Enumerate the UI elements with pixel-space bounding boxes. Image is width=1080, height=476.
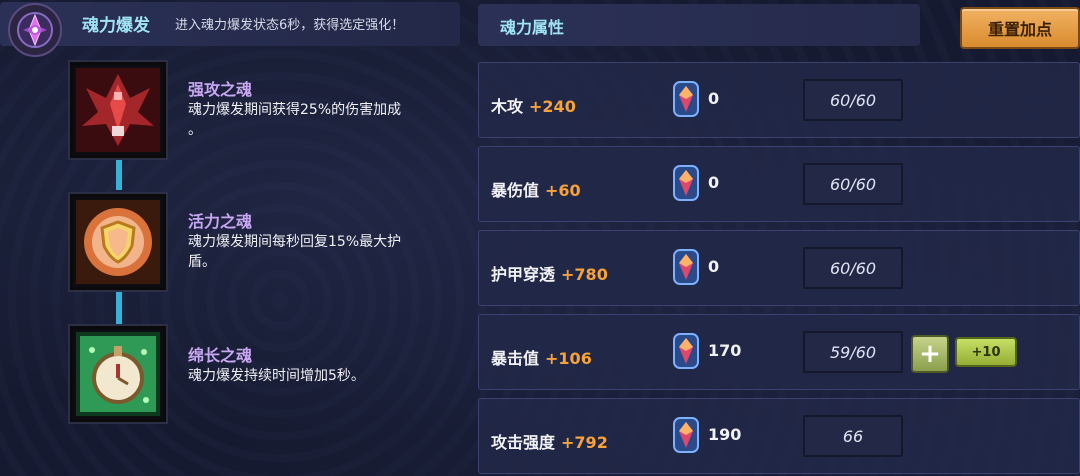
soul-gem-icon <box>673 249 699 285</box>
attribute-points: 0 <box>708 89 720 108</box>
soul-description-line: 魂力爆发期间每秒回复15%最大护 <box>188 234 402 250</box>
soul-gem-icon <box>673 333 699 369</box>
soul-strong-attack-icon[interactable] <box>70 62 166 158</box>
soul-attributes-title: 魂力属性 <box>500 18 565 37</box>
attribute-points: 0 <box>708 257 720 276</box>
soul-description: 魂力爆发持续时间增加5秒。 <box>188 366 458 386</box>
soul-connector <box>116 290 122 326</box>
attribute-label: 暴击值 +106 <box>491 345 592 369</box>
soul-description: 魂力爆发期间获得25%的伤害加成 。 <box>188 100 458 140</box>
attribute-cap: 60/60 <box>803 247 903 289</box>
soul-vitality-icon[interactable] <box>70 194 166 290</box>
soul-description-line: 魂力爆发期间获得25%的伤害加成 <box>188 102 402 118</box>
soul-name: 活力之魂 <box>188 212 253 231</box>
attribute-row: 护甲穿透 +780 0 60/60 <box>478 230 1080 306</box>
attribute-name: 暴伤值 <box>491 181 540 200</box>
attribute-name: 木攻 <box>491 97 524 116</box>
attribute-label: 暴伤值 +60 <box>491 177 581 201</box>
soul-description-line: 。 <box>188 122 202 138</box>
soul-crystal-icon <box>8 3 62 57</box>
attribute-bonus: +106 <box>545 349 592 368</box>
attribute-bonus: +780 <box>561 265 608 284</box>
soul-description-line: 魂力爆发持续时间增加5秒。 <box>188 368 365 384</box>
reset-points-button[interactable]: 重置加点 <box>960 7 1080 49</box>
soul-description-line: 盾。 <box>188 254 216 270</box>
attribute-points: 190 <box>708 425 742 444</box>
attribute-label: 护甲穿透 +780 <box>491 261 608 285</box>
attribute-row: 攻击强度 +792 190 66 <box>478 398 1080 474</box>
attribute-label: 攻击强度 +792 <box>491 429 608 453</box>
attribute-points: 170 <box>708 341 742 360</box>
attribute-cap: 59/60 <box>803 331 903 373</box>
attribute-bonus: +792 <box>561 433 608 452</box>
attribute-cap: 60/60 <box>803 163 903 205</box>
soul-connector <box>116 158 122 190</box>
soul-burst-description: 进入魂力爆发状态6秒，获得选定强化！ <box>175 18 405 33</box>
attribute-bonus: +60 <box>545 181 581 200</box>
attribute-row: 暴击值 +106 170 59/60 + +10 <box>478 314 1080 390</box>
soul-longevity-icon[interactable] <box>70 326 166 422</box>
soul-name: 绵长之魂 <box>188 346 253 365</box>
add-ten-points-button[interactable]: +10 <box>955 337 1017 367</box>
soul-burst-panel: 魂力爆发 进入魂力爆发状态6秒，获得选定强化！ 强攻之魂 魂力爆发期间获得25%… <box>0 0 470 476</box>
soul-name: 强攻之魂 <box>188 80 253 99</box>
soul-gem-icon <box>673 165 699 201</box>
attribute-row: 暴伤值 +60 0 60/60 <box>478 146 1080 222</box>
add-point-button[interactable]: + <box>911 335 949 373</box>
attribute-bonus: +240 <box>529 97 576 116</box>
attribute-name: 护甲穿透 <box>491 265 556 284</box>
soul-gem-icon <box>673 81 699 117</box>
attribute-name: 攻击强度 <box>491 433 556 452</box>
soul-gem-icon <box>673 417 699 453</box>
attribute-name: 暴击值 <box>491 349 540 368</box>
attribute-row: 木攻 +240 0 60/60 <box>478 62 1080 138</box>
attribute-cap: 66 <box>803 415 903 457</box>
attribute-cap: 60/60 <box>803 79 903 121</box>
soul-description: 魂力爆发期间每秒回复15%最大护 盾。 <box>188 232 458 272</box>
attribute-points: 0 <box>708 173 720 192</box>
attribute-label: 木攻 +240 <box>491 93 576 117</box>
soul-burst-title: 魂力爆发 <box>82 16 150 36</box>
